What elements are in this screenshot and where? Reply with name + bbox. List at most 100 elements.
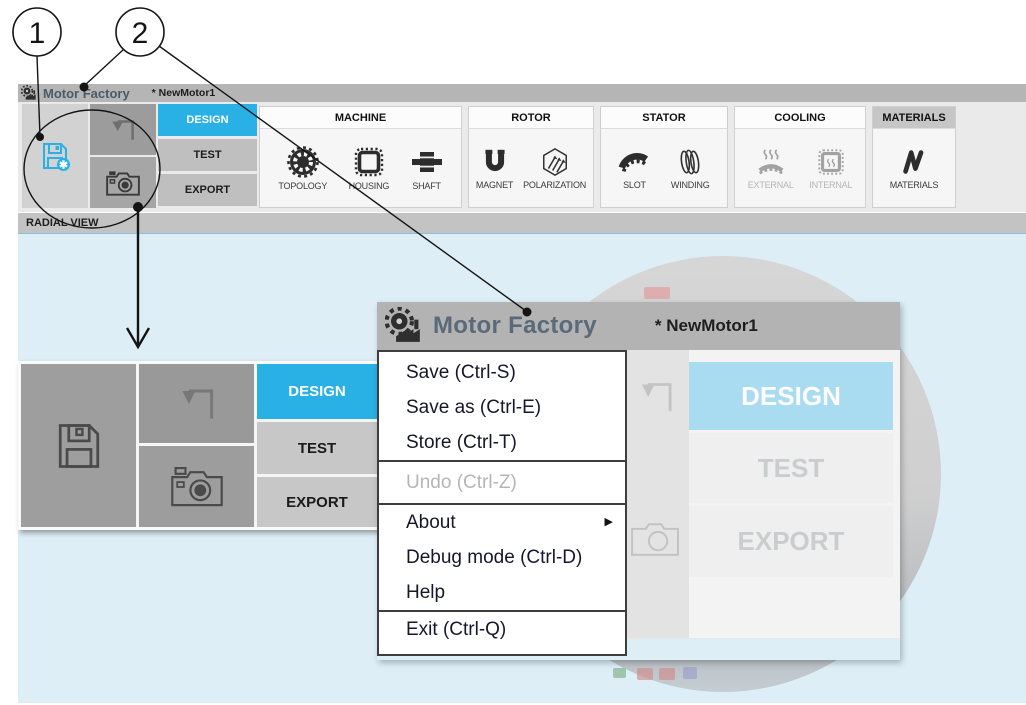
store-arrow-button-zoomed[interactable] — [139, 364, 254, 443]
tab-test-zoomed[interactable]: TEST — [257, 422, 377, 474]
external-cooling-label: EXTERNAL — [748, 180, 794, 190]
camera-icon — [169, 465, 225, 509]
tab-design-zoomed[interactable]: DESIGN — [257, 364, 377, 419]
menu-item-store[interactable]: Store (Ctrl-T) — [379, 425, 625, 460]
submenu-arrow-icon: ▶ — [605, 505, 613, 540]
ribbon-group-rotor: ROTOR MAGNET — [468, 106, 594, 208]
tab-export-faded: EXPORT — [689, 506, 893, 577]
mode-tabs: DESIGN TEST EXPORT — [158, 104, 257, 209]
save-floppy-icon: ✱ — [38, 139, 72, 173]
save-floppy-icon — [50, 417, 108, 475]
callout-circle-1: 1 — [13, 8, 61, 56]
group-title: STATOR — [601, 107, 727, 129]
save-button-zoomed[interactable] — [21, 364, 136, 527]
magnet-label: MAGNET — [476, 180, 513, 190]
polarization-button[interactable]: POLARIZATION — [520, 147, 589, 190]
group-title: COOLING — [735, 107, 865, 129]
faded-magnet-segment — [644, 287, 670, 299]
winding-button[interactable]: WINDING — [668, 147, 713, 190]
menu-item-save-as[interactable]: Save as (Ctrl-E) — [379, 390, 625, 425]
external-cooling-button[interactable]: EXTERNAL — [745, 147, 797, 190]
materials-button[interactable]: MATERIALS — [887, 147, 942, 190]
shaft-label: SHAFT — [412, 181, 441, 191]
main-titlebar: Motor Factory * NewMotor1 — [18, 84, 1026, 103]
camera-icon — [105, 169, 141, 197]
slot-icon — [618, 147, 650, 177]
housing-button[interactable]: HOUSING — [346, 146, 393, 191]
tab-export-zoomed[interactable]: EXPORT — [257, 477, 377, 527]
motor-factory-logo-icon — [21, 85, 37, 101]
screenshot-button[interactable] — [90, 157, 156, 208]
screenshot-button-zoomed[interactable] — [139, 446, 254, 527]
group-title: ROTOR — [469, 107, 593, 129]
about-label: About — [406, 512, 456, 533]
popup-app-title: Motor Factory — [433, 312, 597, 340]
popup-titlebar: Motor Factory * NewMotor1 — [377, 302, 900, 350]
file-menu: Save (Ctrl-S) Save as (Ctrl-E) Store (Ct… — [377, 350, 627, 656]
tab-design[interactable]: DESIGN — [158, 104, 257, 136]
zoomed-toolbar-inset: DESIGN TEST EXPORT — [18, 361, 380, 530]
callout-circle-2: 2 — [116, 8, 164, 56]
magnet-button[interactable]: MAGNET — [473, 147, 516, 190]
save-button[interactable]: ✱ — [22, 104, 88, 208]
arrow-return-icon — [171, 378, 223, 430]
slot-button[interactable]: SLOT — [615, 147, 653, 190]
shaft-icon — [411, 146, 443, 178]
materials-icon — [899, 147, 929, 177]
tab-test[interactable]: TEST — [158, 139, 257, 171]
tab-test-faded: TEST — [689, 433, 893, 503]
winding-icon — [675, 147, 705, 177]
svg-text:✱: ✱ — [59, 160, 68, 172]
ribbon: ✱ DESIGN TEST EXPORT MACHINE — [18, 102, 1026, 212]
app-title: Motor Factory — [43, 86, 130, 101]
popup-document-name: * NewMotor1 — [655, 316, 758, 336]
external-cooling-icon — [756, 147, 786, 177]
faded-winding-bit — [683, 667, 697, 679]
callout-1-number: 1 — [29, 17, 46, 50]
camera-icon — [629, 518, 681, 558]
ribbon-group-machine: MACHINE TOPOLOGY HOUSING — [259, 106, 462, 208]
polarization-icon — [540, 147, 570, 177]
menu-item-debug-mode[interactable]: Debug mode (Ctrl-D) — [379, 540, 625, 575]
ribbon-group-stator: STATOR SLOT — [600, 106, 728, 208]
store-arrow-button[interactable] — [90, 104, 156, 155]
zoomed-app-popup: Motor Factory * NewMotor1 DESIGN TEST EX… — [377, 302, 900, 660]
faded-winding-bit — [613, 668, 626, 678]
internal-cooling-label: INTERNAL — [809, 180, 852, 190]
faded-winding-bit — [637, 668, 653, 680]
menu-item-exit[interactable]: Exit (Ctrl-Q) — [379, 612, 625, 647]
shaft-button[interactable]: SHAFT — [408, 146, 446, 191]
document-name: * NewMotor1 — [152, 87, 216, 99]
ribbon-group-cooling: COOLING EXTERNAL — [734, 106, 866, 208]
topology-label: TOPOLOGY — [278, 181, 327, 191]
tab-design-faded: DESIGN — [689, 362, 893, 430]
ribbon-group-materials: MATERIALS MATERIALS — [872, 106, 956, 208]
tab-export[interactable]: EXPORT — [158, 174, 257, 206]
menu-item-undo: Undo (Ctrl-Z) — [379, 462, 625, 503]
housing-label: HOUSING — [349, 181, 390, 191]
callout-2-number: 2 — [132, 17, 149, 50]
materials-label: MATERIALS — [890, 180, 939, 190]
radial-view-bar: RADIAL VIEW — [18, 213, 1026, 233]
faded-button-column — [627, 350, 689, 638]
magnet-icon — [480, 147, 510, 177]
arrow-return-icon — [631, 372, 681, 422]
topology-icon — [287, 146, 319, 178]
menu-item-save[interactable]: Save (Ctrl-S) — [379, 355, 625, 390]
polarization-label: POLARIZATION — [523, 180, 586, 190]
group-title: MATERIALS — [873, 107, 955, 129]
radial-view-label: RADIAL VIEW — [26, 217, 99, 229]
faded-winding-bit — [659, 668, 675, 680]
slot-label: SLOT — [623, 180, 646, 190]
housing-icon — [353, 146, 385, 178]
winding-label: WINDING — [671, 180, 710, 190]
internal-cooling-icon — [816, 147, 846, 177]
internal-cooling-button[interactable]: INTERNAL — [806, 147, 855, 190]
motor-factory-logo-icon — [385, 307, 423, 345]
menu-item-help[interactable]: Help — [379, 575, 625, 610]
topology-button[interactable]: TOPOLOGY — [275, 146, 330, 191]
screenshot-stage: Motor Factory * NewMotor1 ✱ — [0, 0, 1026, 705]
menu-item-about[interactable]: About ▶ — [379, 505, 625, 540]
group-title: MACHINE — [260, 107, 461, 129]
arrow-return-icon — [106, 113, 140, 147]
